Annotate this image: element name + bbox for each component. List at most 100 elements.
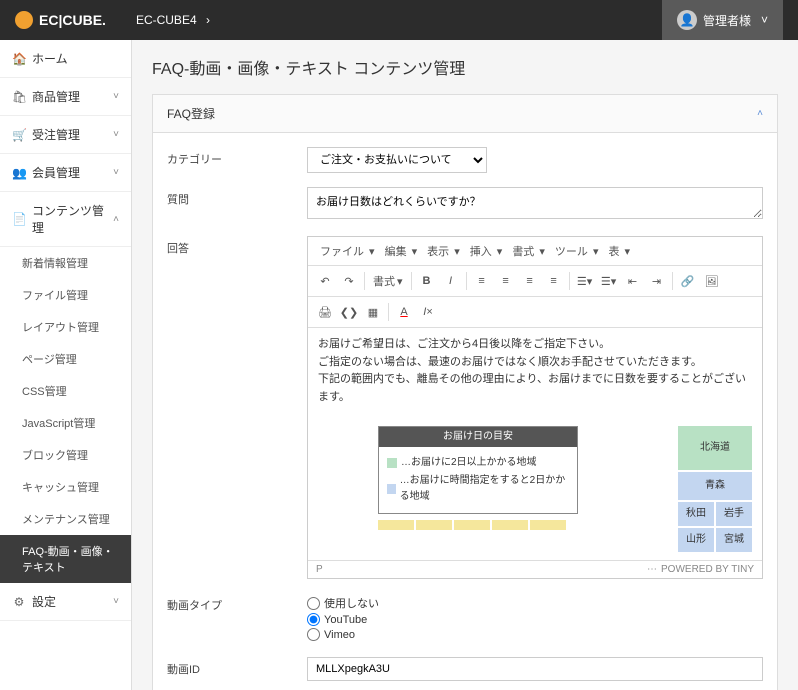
map-iwate: 岩手 [716,502,752,526]
align-center-icon[interactable]: ≡ [495,270,517,292]
question-input[interactable]: お届け日数はどれくらいですか？ [307,187,763,219]
map-row-partial [378,520,658,530]
sidebar-item-order[interactable]: 🛒 受注管理 ˅ [0,116,131,154]
video-type-none[interactable]: 使用しない [307,595,763,611]
editor-toolbar-2: 🖨 ❮❯ ▦ A I× [308,297,762,328]
sidebar-sub-news[interactable]: 新着情報管理 [0,247,131,279]
sidebar-sub-css[interactable]: CSS管理 [0,375,131,407]
editor-menubar: ファイル ▾ 編集 ▾ 表示 ▾ 挿入 ▾ 書式 ▾ ツール ▾ 表 ▾ [308,237,762,266]
sidebar: 🏠 ホーム 🛍 商品管理 ˅ 🛒 受注管理 ˅ 👥 会員管理 ˅ 📄 コンテンツ… [0,40,132,690]
avatar-icon: 👤 [677,10,697,30]
sidebar-item-member[interactable]: 👥 会員管理 ˅ [0,154,131,192]
sidebar-sub-faq[interactable]: FAQ-動画・画像・テキスト [0,535,131,583]
sidebar-item-product[interactable]: 🛍 商品管理 ˅ [0,78,131,116]
brand-text: EC|CUBE. [39,12,106,28]
italic-icon[interactable]: I [440,270,462,292]
chevron-down-icon: ˅ [113,167,119,178]
map-miyagi: 宮城 [716,528,752,552]
breadcrumb[interactable]: EC-CUBE4 › [136,13,210,27]
link-icon[interactable]: 🔗 [677,270,699,292]
editor-content[interactable]: お届けご希望日は、ご注文から4日後以降をご指定下さい。 ご指定のない場合は、最速… [308,328,762,560]
delivery-map-figure: お届け日の目安 …お届けに2日以上かかる地域 …お届けに時間指定をすると2日かか… [318,426,752,552]
logo-icon [15,11,33,29]
text-color-icon[interactable]: A [393,301,415,323]
legend-title: お届け日の目安 [379,427,577,447]
indent-icon[interactable]: ⇥ [646,270,668,292]
clear-format-icon[interactable]: I× [417,301,439,323]
menu-format[interactable]: 書式 ▾ [508,241,547,261]
panel-header[interactable]: FAQ登録 ˄ [153,95,777,133]
align-right-icon[interactable]: ≡ [519,270,541,292]
menu-file[interactable]: ファイル ▾ [316,241,377,261]
sidebar-item-label: 商品管理 [32,88,80,105]
legend-swatch-green [387,458,397,468]
main-content: FAQ-動画・画像・テキスト コンテンツ管理 FAQ登録 ˄ カテゴリー ご注文… [132,40,798,690]
list-bullet-icon[interactable]: ☰▾ [574,270,596,292]
sidebar-item-label: 設定 [32,593,56,610]
user-label: 管理者様 [703,12,751,29]
format-dropdown[interactable]: 書式 ▾ [369,271,407,291]
map-akita: 秋田 [678,502,714,526]
video-type-vimeo[interactable]: Vimeo [307,628,763,641]
question-label: 質問 [167,187,307,207]
table-icon[interactable]: ▦ [362,301,384,323]
panel-body: カテゴリー ご注文・お支払いについて 質問 お届け日数はどれくらいですか？ [153,133,777,690]
sidebar-sub-block[interactable]: ブロック管理 [0,439,131,471]
sidebar-item-label: ホーム [32,50,68,67]
gear-icon: ⚙ [12,595,26,609]
outdent-icon[interactable]: ⇤ [622,270,644,292]
sidebar-sub-layout[interactable]: レイアウト管理 [0,311,131,343]
sidebar-sub-page[interactable]: ページ管理 [0,343,131,375]
chevron-down-icon: ˅ [761,13,768,27]
chevron-down-icon: ˅ [113,129,119,140]
align-justify-icon[interactable]: ≡ [543,270,565,292]
sidebar-item-content[interactable]: 📄 コンテンツ管理 ˄ [0,192,131,247]
sidebar-item-home[interactable]: 🏠 ホーム [0,40,131,78]
document-icon: 📄 [12,212,26,226]
menu-tools[interactable]: ツール ▾ [551,241,601,261]
sidebar-sub-js[interactable]: JavaScript管理 [0,407,131,439]
menu-edit[interactable]: 編集 ▾ [381,241,420,261]
video-type-youtube[interactable]: YouTube [307,613,763,626]
answer-label: 回答 [167,236,307,256]
sidebar-item-label: コンテンツ管理 [32,202,107,236]
chevron-up-icon: ˄ [113,214,119,225]
powered-by[interactable]: POWERED BY TINY [661,564,754,575]
category-select[interactable]: ご注文・お支払いについて [307,147,487,173]
faq-panel: FAQ登録 ˄ カテゴリー ご注文・お支払いについて 質問 [152,94,778,690]
menu-insert[interactable]: 挿入 ▾ [466,241,505,261]
list-number-icon[interactable]: ☰▾ [598,270,620,292]
map-yamagata: 山形 [678,528,714,552]
map-grid: 北海道 青森 秋田 岩手 山形 宮城 [678,426,752,552]
sidebar-item-label: 会員管理 [32,164,80,181]
cart-icon: 🛒 [12,128,26,142]
users-icon: 👥 [12,166,26,180]
image-icon[interactable]: 🖼 [701,270,723,292]
legend-swatch-blue [387,484,396,494]
page-title: FAQ-動画・画像・テキスト コンテンツ管理 [152,55,778,79]
print-icon[interactable]: 🖨 [314,301,336,323]
sidebar-sub-file[interactable]: ファイル管理 [0,279,131,311]
undo-icon[interactable]: ↶ [314,270,336,292]
source-icon[interactable]: ❮❯ [338,301,360,323]
map-aomori: 青森 [678,472,752,500]
brand-logo[interactable]: EC|CUBE. [15,11,106,29]
sidebar-sub-cache[interactable]: キャッシュ管理 [0,471,131,503]
collapse-icon[interactable]: ˄ [757,108,763,119]
redo-icon[interactable]: ↷ [338,270,360,292]
product-icon: 🛍 [12,90,26,104]
home-icon: 🏠 [12,52,26,66]
video-id-input[interactable] [307,657,763,681]
user-menu[interactable]: 👤 管理者様 ˅ [662,0,783,40]
editor-statusbar: P ⋯ POWERED BY TINY [308,560,762,578]
rich-editor: ファイル ▾ 編集 ▾ 表示 ▾ 挿入 ▾ 書式 ▾ ツール ▾ 表 ▾ ↶ ↷ [307,236,763,579]
bold-icon[interactable]: B [416,270,438,292]
editor-path: P [316,564,323,575]
menu-table[interactable]: 表 ▾ [604,241,632,261]
sidebar-item-settings[interactable]: ⚙ 設定 ˅ [0,583,131,621]
top-header: EC|CUBE. EC-CUBE4 › 👤 管理者様 ˅ [0,0,798,40]
sidebar-sub-maintenance[interactable]: メンテナンス管理 [0,503,131,535]
align-left-icon[interactable]: ≡ [471,270,493,292]
breadcrumb-text: EC-CUBE4 [136,13,197,27]
menu-view[interactable]: 表示 ▾ [423,241,462,261]
